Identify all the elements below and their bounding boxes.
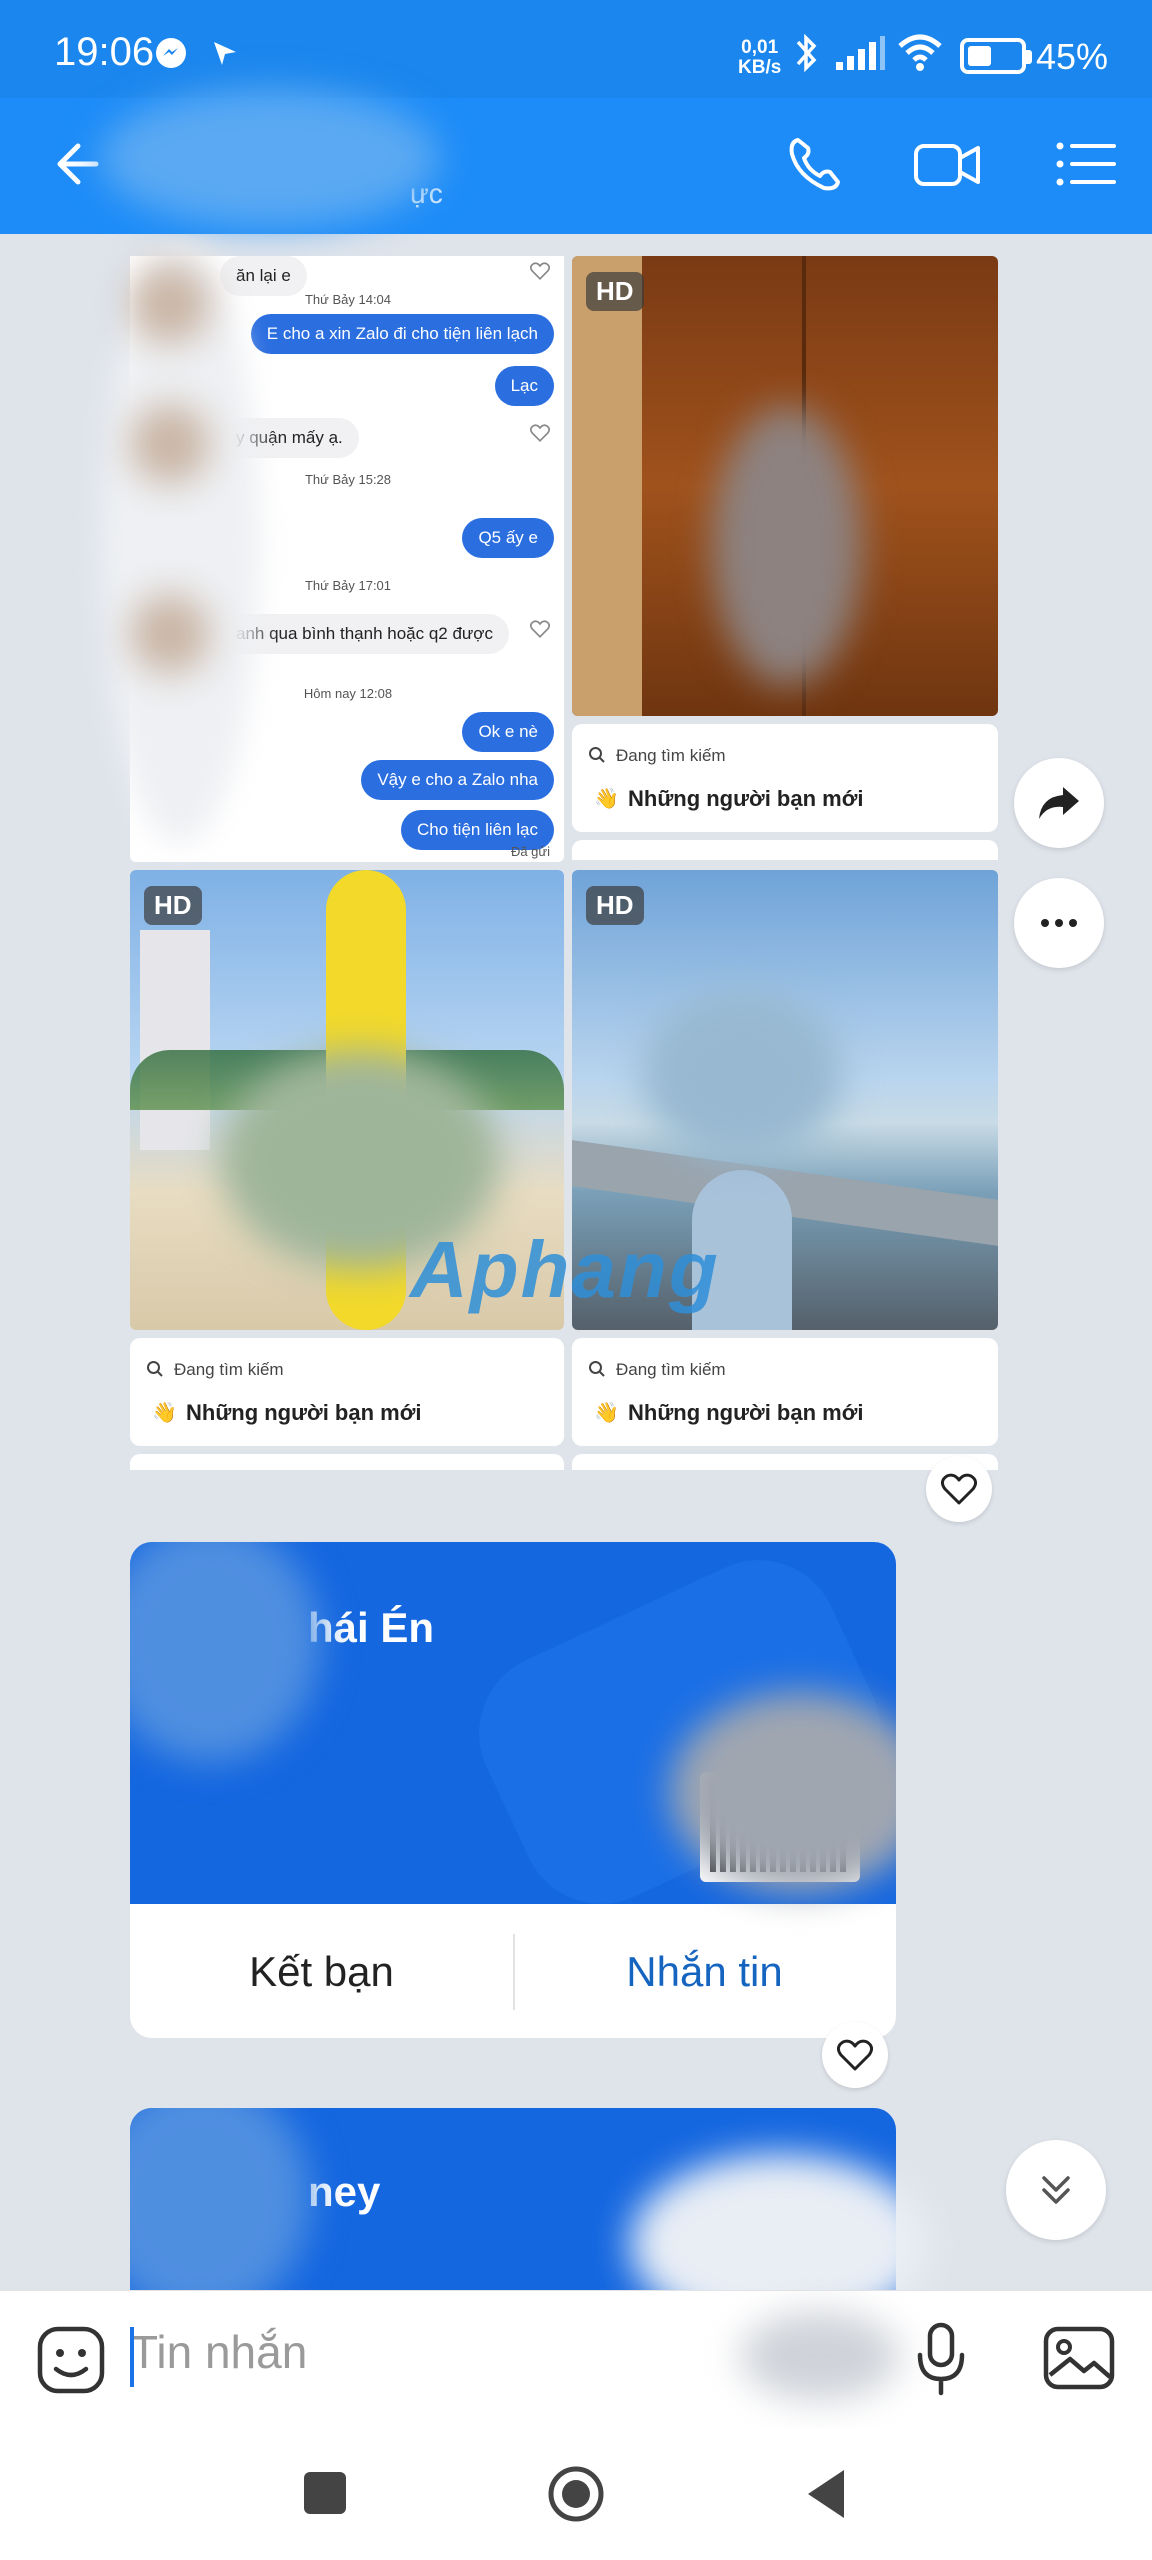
heart-icon (837, 2039, 873, 2071)
status-bar: 19:06 0,01 KB/s 45% (0, 0, 1152, 98)
back-button[interactable] (804, 2468, 848, 2520)
more-options-icon (1041, 919, 1077, 927)
text-caret (130, 2327, 134, 2387)
search-card-label: Đang tìm kiếm (616, 746, 726, 765)
like-button[interactable] (822, 2022, 888, 2088)
image-gallery-icon[interactable] (1042, 2325, 1116, 2391)
phone-icon[interactable] (780, 132, 850, 196)
heart-icon (941, 1473, 977, 1505)
heart-icon (530, 424, 550, 442)
signal-icon (836, 36, 885, 70)
card-divider (572, 840, 998, 860)
screenshot-outgoing-message: Q5 ấy e (462, 518, 554, 558)
avatar-blur (100, 88, 440, 228)
wifi-icon (898, 34, 942, 71)
search-icon (147, 1361, 163, 1377)
screenshot-outgoing-message: Lạc (494, 366, 554, 406)
home-button[interactable] (546, 2464, 606, 2524)
share-forward-icon (1039, 787, 1079, 819)
status-time: 19:06 (54, 30, 155, 74)
contact-card[interactable]: hái Én Kết bạn Nhắn tin (130, 1542, 896, 2038)
net-speed: 0,01 KB/s (738, 38, 781, 78)
bluetooth-icon (796, 33, 817, 73)
contact-name: hái Én (308, 1604, 435, 1651)
watermark: Aphang (410, 1225, 720, 1314)
screenshot-timestamp: Hôm nay 12:08 (303, 686, 393, 701)
video-call-icon[interactable] (912, 132, 982, 196)
emoji-sticker-icon[interactable] (36, 2325, 106, 2395)
screenshot-incoming-message: anh qua bình thạnh hoặc q2 được (220, 614, 509, 654)
microphone-icon[interactable] (914, 2321, 968, 2397)
avatar-blur (130, 2108, 310, 2290)
face-blur (712, 406, 862, 686)
avatar-blur (130, 594, 210, 674)
search-icon (589, 747, 605, 763)
quick-reply-blur (740, 2311, 900, 2401)
hd-badge: HD (586, 886, 644, 925)
screenshot-incoming-message: ăn lại e (220, 256, 307, 296)
system-nav-bar (0, 2428, 1152, 2560)
net-speed-unit: KB/s (738, 57, 782, 78)
navigation-arrow-icon (214, 42, 236, 65)
recent-apps-button[interactable] (304, 2472, 346, 2514)
battery-icon (960, 38, 1032, 74)
search-card[interactable]: Đang tìm kiếm 👋 Những người bạn mới (572, 724, 998, 832)
message-button[interactable]: Nhắn tin (513, 1904, 896, 2038)
scroll-down-icon (1042, 2176, 1070, 2204)
search-card-label: Đang tìm kiếm (616, 1360, 726, 1379)
wave-hand-icon: 👋 (594, 1402, 619, 1424)
more-options-button[interactable] (1014, 878, 1104, 968)
screenshot-outgoing-message: E cho a xin Zalo đi cho tiện liên lạch (250, 314, 554, 354)
screenshot-outgoing-message: Vậy e cho a Zalo nha (361, 760, 554, 800)
search-card-title: Những người bạn mới (628, 786, 864, 811)
search-card-label: Đang tìm kiếm (174, 1360, 284, 1379)
sent-status: Đã gửi (510, 844, 550, 859)
add-friend-button[interactable]: Kết bạn (130, 1904, 513, 2038)
messenger-icon (156, 38, 186, 68)
search-icon (589, 1361, 605, 1377)
face-blur (642, 990, 842, 1160)
wave-hand-icon: 👋 (594, 788, 619, 810)
avatar-blur (130, 264, 210, 344)
back-arrow-icon[interactable] (44, 134, 104, 194)
menu-list-icon[interactable] (1052, 132, 1122, 196)
screenshot-outgoing-message: Ok e nè (462, 712, 554, 752)
search-card[interactable]: Đang tìm kiếm 👋 Những người bạn mới (572, 1338, 998, 1446)
share-forward-button[interactable] (1014, 758, 1104, 848)
search-card-title: Những người bạn mới (186, 1400, 422, 1425)
hd-badge: HD (144, 886, 202, 925)
contact-name: ney (308, 2168, 381, 2215)
avatar-blur (130, 404, 210, 484)
screenshot-timestamp: Thứ Bảy 14:04 (304, 292, 392, 307)
chat-header: ực (0, 88, 1152, 234)
net-speed-value: 0,01 (741, 37, 779, 58)
scroll-down-button[interactable] (1006, 2140, 1106, 2240)
search-card[interactable]: Đang tìm kiếm 👋 Những người bạn mới (130, 1338, 564, 1446)
search-card-title: Những người bạn mới (628, 1400, 864, 1425)
photo-door[interactable]: HD (572, 256, 998, 716)
like-button[interactable] (926, 1456, 992, 1522)
chat-scroll-area[interactable]: ăn lại e Thứ Bảy 14:04 E cho a xin Zalo đi… (0, 234, 1152, 2290)
wave-hand-icon: 👋 (152, 1402, 177, 1424)
contact-card-actions: Kết bạn Nhắn tin (130, 1904, 896, 2038)
battery-percentage: 45% (1036, 36, 1109, 77)
hd-badge: HD (586, 272, 644, 311)
message-input[interactable]: Tin nhắn (130, 2325, 307, 2379)
message-composer: Tin nhắn (0, 2290, 1152, 2428)
heart-icon (530, 620, 550, 638)
heart-icon (530, 262, 550, 280)
card-divider (130, 1454, 564, 1470)
